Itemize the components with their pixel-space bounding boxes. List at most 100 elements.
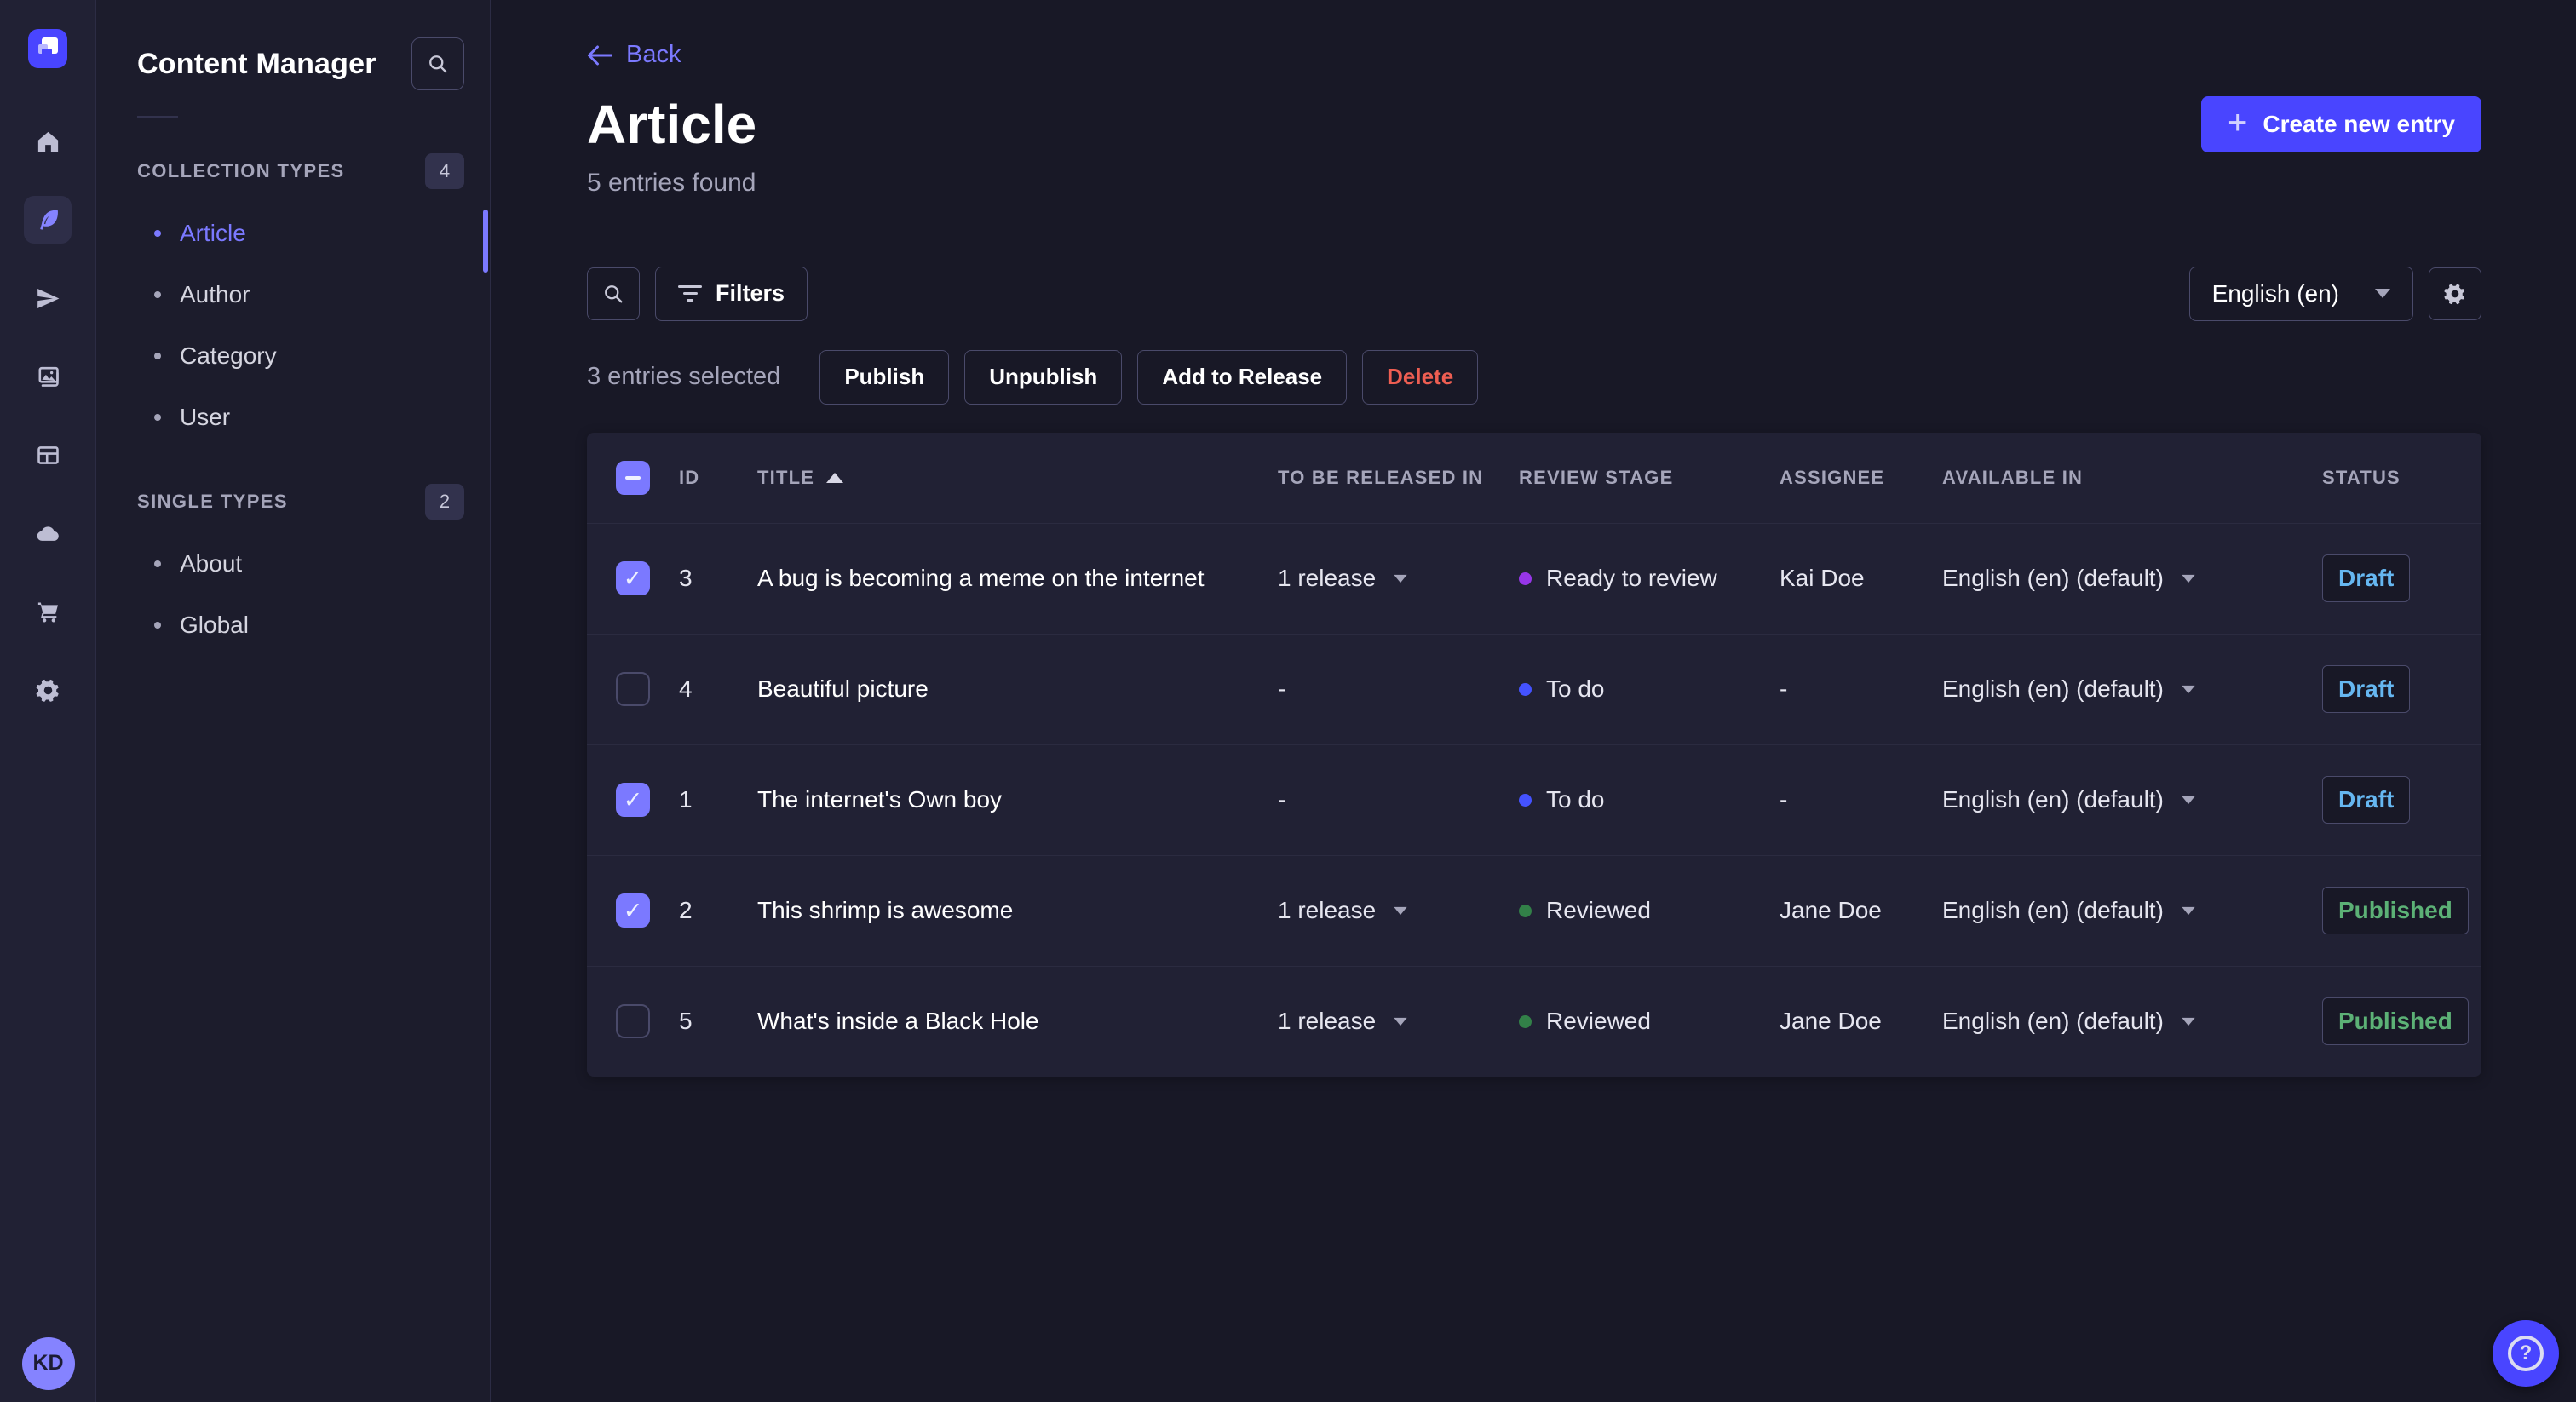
chevron-down-icon: [1394, 906, 1407, 915]
chevron-down-icon: [1394, 1017, 1407, 1026]
chevron-down-icon: [2182, 906, 2195, 915]
locale-select[interactable]: English (en): [2188, 266, 2413, 321]
home-icon: [37, 131, 58, 152]
row-available-in[interactable]: English (en) (default): [1942, 897, 2322, 924]
row-available-in[interactable]: English (en) (default): [1942, 565, 2322, 592]
check-icon: ✓: [623, 786, 643, 813]
row-assignee: -: [1780, 675, 1788, 702]
column-header-title[interactable]: TITLE: [757, 467, 1278, 489]
nav-item-releases[interactable]: [24, 274, 72, 322]
table-row[interactable]: ✓ 1 The internet's Own boy - To do - Eng…: [587, 744, 2481, 855]
subnav-item-author[interactable]: Author: [96, 264, 490, 325]
review-stage-dot: [1519, 1014, 1532, 1028]
table-row[interactable]: ✓ 2 This shrimp is awesome 1 release Rev…: [587, 854, 2481, 966]
row-released-in[interactable]: -: [1278, 675, 1519, 703]
create-new-entry-button[interactable]: + Create new entry: [2201, 95, 2481, 152]
subnav-item-label: About: [180, 550, 243, 577]
selection-count-text: 3 entries selected: [587, 363, 781, 390]
bullet-icon: [154, 353, 161, 359]
subnav-item-label: Author: [180, 281, 250, 307]
row-released-in[interactable]: 1 release: [1278, 897, 1519, 924]
chevron-down-icon: [1394, 574, 1407, 583]
column-header-available-in[interactable]: AVAILABLE IN: [1942, 467, 2322, 489]
table-row[interactable]: ✓ 3 A bug is becoming a meme on the inte…: [587, 522, 2481, 634]
delete-button[interactable]: Delete: [1362, 349, 1479, 405]
entries-count-text: 5 entries found: [587, 168, 756, 197]
main-content: Back Article + Create new entry 5 entrie…: [492, 0, 2576, 1402]
nav-item-settings[interactable]: [24, 666, 72, 714]
help-button[interactable]: ?: [2493, 1320, 2559, 1387]
status-badge: Draft: [2322, 554, 2411, 602]
selection-bar: 3 entries selected Publish Unpublish Add…: [587, 349, 2481, 405]
row-released-in[interactable]: 1 release: [1278, 1008, 1519, 1035]
question-mark-icon: ?: [2508, 1336, 2544, 1371]
gear-icon: [36, 679, 59, 702]
entries-table: ✓ ID TITLE TO BE RELEASED IN REVIEW STAG…: [587, 432, 2481, 1077]
subnav-item-global[interactable]: Global: [96, 595, 490, 656]
row-checkbox[interactable]: ✓: [616, 783, 650, 817]
nav-item-content-type-builder[interactable]: [24, 431, 72, 479]
locale-selected-value: English (en): [2211, 279, 2339, 307]
row-available-in[interactable]: English (en) (default): [1942, 1008, 2322, 1035]
subnav-item-category[interactable]: Category: [96, 325, 490, 387]
bullet-icon: [154, 560, 161, 567]
row-review-stage: Reviewed: [1519, 1008, 1780, 1035]
check-icon: ✓: [623, 565, 643, 591]
subnav-item-label: User: [180, 404, 231, 430]
row-checkbox[interactable]: ✓: [616, 672, 650, 706]
subnav-item-user[interactable]: User: [96, 387, 490, 448]
column-header-to-be-released-in[interactable]: TO BE RELEASED IN: [1278, 467, 1519, 489]
add-to-release-button[interactable]: Add to Release: [1137, 349, 1348, 405]
column-header-assignee[interactable]: ASSIGNEE: [1780, 467, 1942, 489]
user-avatar[interactable]: KD: [21, 1336, 75, 1390]
indeterminate-dash-icon: [625, 475, 641, 480]
view-settings-button[interactable]: [2429, 267, 2481, 320]
bullet-icon: [154, 291, 161, 298]
nav-item-content-manager[interactable]: [24, 196, 72, 244]
chevron-down-icon: [2182, 685, 2195, 693]
filters-button[interactable]: Filters: [655, 266, 808, 321]
row-review-stage: Reviewed: [1519, 897, 1780, 924]
nav-item-marketplace[interactable]: [24, 588, 72, 635]
scrollbar-thumb[interactable]: [483, 210, 488, 273]
bullet-icon: [154, 230, 161, 237]
review-stage-dot: [1519, 682, 1532, 696]
subnav-title: Content Manager: [137, 47, 377, 80]
row-available-in[interactable]: English (en) (default): [1942, 786, 2322, 813]
shopping-cart-icon: [37, 602, 58, 623]
column-header-review-stage[interactable]: REVIEW STAGE: [1519, 467, 1780, 489]
strapi-logo[interactable]: [28, 29, 67, 68]
nav-item-home[interactable]: [24, 118, 72, 165]
nav-item-media-library[interactable]: [24, 353, 72, 400]
column-header-status[interactable]: STATUS: [2322, 467, 2481, 489]
column-header-id[interactable]: ID: [679, 467, 757, 489]
row-id: 2: [679, 897, 693, 923]
table-row[interactable]: ✓ 4 Beautiful picture - To do - English …: [587, 633, 2481, 744]
row-checkbox[interactable]: ✓: [616, 1004, 650, 1038]
plus-icon: +: [2228, 103, 2248, 141]
row-review-stage: To do: [1519, 786, 1780, 813]
row-title: A bug is becoming a meme on the internet: [757, 565, 1205, 591]
row-checkbox[interactable]: ✓: [616, 561, 650, 595]
table-search-button[interactable]: [587, 267, 640, 320]
unpublish-button[interactable]: Unpublish: [964, 349, 1123, 405]
row-title: The internet's Own boy: [757, 786, 1003, 813]
subnav-item-article[interactable]: Article: [96, 203, 490, 264]
publish-button[interactable]: Publish: [819, 349, 950, 405]
row-available-in[interactable]: English (en) (default): [1942, 675, 2322, 703]
review-stage-dot: [1519, 904, 1532, 917]
subnav-search-button[interactable]: [411, 37, 464, 90]
sort-asc-icon: [826, 472, 844, 483]
back-link[interactable]: Back: [587, 41, 681, 69]
table-header-row: ✓ ID TITLE TO BE RELEASED IN REVIEW STAG…: [587, 433, 2481, 523]
subnav-item-about[interactable]: About: [96, 533, 490, 595]
row-checkbox[interactable]: ✓: [616, 893, 650, 928]
row-released-in[interactable]: 1 release: [1278, 565, 1519, 592]
select-all-checkbox[interactable]: ✓: [616, 460, 650, 495]
row-released-in[interactable]: -: [1278, 786, 1519, 813]
nav-item-deploy[interactable]: [24, 509, 72, 557]
images-icon: [38, 366, 59, 387]
chevron-down-icon: [2182, 574, 2195, 583]
row-title: What's inside a Black Hole: [757, 1008, 1039, 1034]
table-row[interactable]: ✓ 5 What's inside a Black Hole 1 release…: [587, 965, 2481, 1077]
